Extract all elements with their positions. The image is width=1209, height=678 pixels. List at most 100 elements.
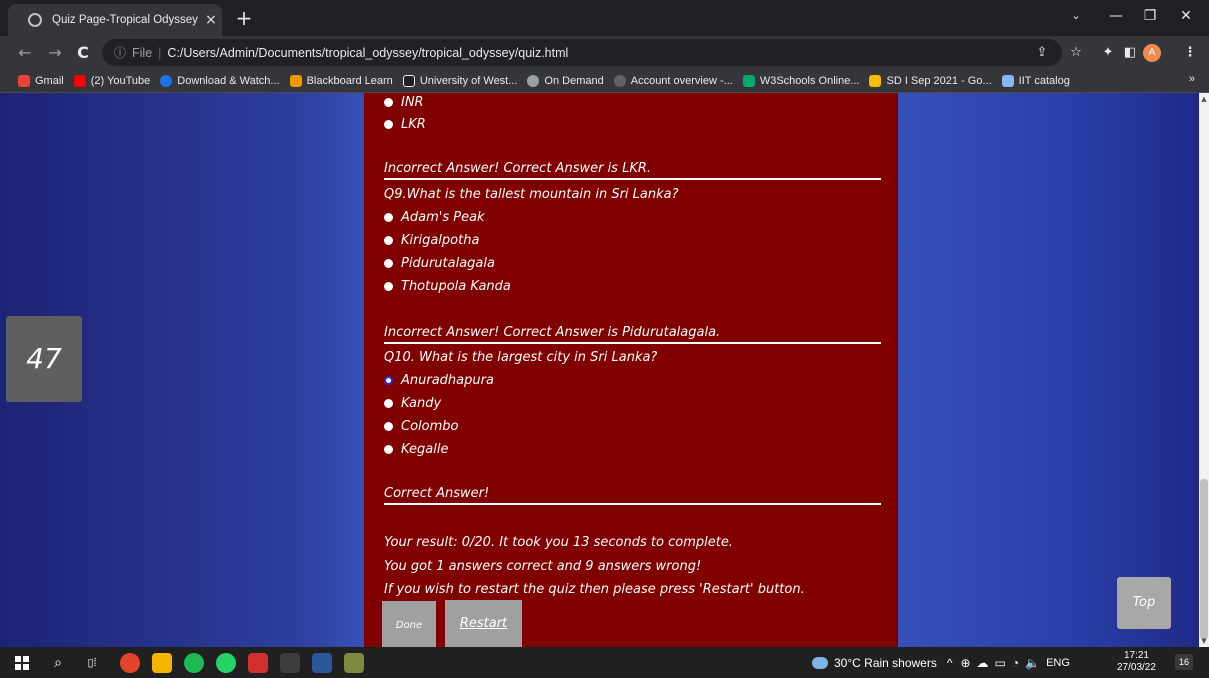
account-icon (613, 75, 626, 87)
address-scheme-label: File (132, 45, 153, 60)
minimize-button[interactable]: — (1100, 4, 1132, 28)
bookmark-star-icon[interactable]: ☆ (1066, 44, 1086, 62)
youtube-icon (73, 75, 86, 87)
back-button[interactable]: ← (14, 42, 36, 64)
task-view-icon[interactable]: ▯⁞ (82, 653, 102, 673)
bookmark-university[interactable]: University of West... (402, 75, 517, 87)
bookmarks-more-button[interactable]: » (1189, 73, 1195, 85)
radio-button[interactable] (384, 97, 393, 107)
clock-date: 27/03/22 (1117, 662, 1156, 673)
q9-option-pidurutalagala[interactable]: Pidurutalagala (384, 253, 495, 273)
clock-time: 17:21 (1123, 650, 1149, 661)
battery-icon[interactable]: ▭ (995, 656, 1006, 670)
reload-button[interactable]: C (72, 42, 94, 64)
extensions-icon[interactable]: ✦ (1098, 44, 1118, 62)
maximize-button[interactable]: ❐ (1134, 4, 1166, 28)
q10-option-anuradhapura[interactable]: Anuradhapura (384, 370, 494, 390)
windows-taskbar: ⌕ ▯⁞ 30°C Rain showers ^ ⊕ ☁ ▭ ◔ 🔈 ENG 1… (0, 647, 1209, 678)
weather-cloud-icon[interactable] (812, 656, 828, 669)
radio-button[interactable] (384, 119, 393, 129)
q10-option-kandy[interactable]: Kandy (384, 393, 441, 413)
whatsapp-icon[interactable] (216, 652, 236, 673)
q10-option-colombo[interactable]: Colombo (384, 416, 458, 436)
q9-feedback: Incorrect Answer! Correct Answer is Pidu… (384, 325, 881, 344)
globe-icon (28, 13, 42, 27)
q8-option-inr[interactable]: INR (384, 93, 424, 112)
wifi-icon[interactable]: ◔ (1012, 656, 1019, 670)
q9-option-thotupola-kanda[interactable]: Thotupola Kanda (384, 276, 511, 296)
file-explorer-icon[interactable] (152, 652, 172, 673)
profile-avatar[interactable]: A (1143, 44, 1161, 62)
radio-button[interactable] (384, 212, 393, 222)
bookmark-youtube[interactable]: (2) YouTube (73, 75, 150, 87)
chrome-icon[interactable] (120, 652, 140, 673)
bookmark-gmail[interactable]: Gmail (18, 75, 64, 87)
forward-button[interactable]: → (44, 42, 66, 64)
w3schools-icon (742, 75, 755, 87)
radio-button[interactable] (384, 398, 393, 408)
clock[interactable]: 17:21 27/03/22 (1117, 650, 1156, 674)
scroll-top-button[interactable]: Top (1117, 577, 1171, 629)
result-summary: Your result: 0/20. It took you 13 second… (384, 535, 733, 550)
bookmark-sd-sep[interactable]: SD I Sep 2021 - Go... (869, 75, 992, 87)
bookmark-blackboard[interactable]: Blackboard Learn (289, 75, 393, 87)
radio-button[interactable] (384, 235, 393, 245)
page-scrollbar[interactable]: ▲ ▼ (1199, 93, 1209, 647)
tray-chevron-icon[interactable]: ^ (947, 656, 953, 670)
address-bar[interactable]: ⓘ File | C:/Users/Admin/Documents/tropic… (102, 39, 1062, 66)
notepad-icon[interactable] (344, 652, 364, 673)
q10-feedback: Correct Answer! (384, 486, 881, 505)
language-indicator[interactable]: ENG (1046, 657, 1070, 669)
on-demand-icon (527, 75, 540, 87)
close-window-button[interactable]: ✕ (1170, 4, 1202, 28)
pdf-reader-icon[interactable] (248, 652, 268, 673)
q10-option-kegalle[interactable]: Kegalle (384, 439, 449, 459)
menu-kebab-icon[interactable]: ⋮ (1180, 44, 1200, 62)
address-url[interactable]: C:/Users/Admin/Documents/tropical_odysse… (167, 46, 568, 60)
search-icon[interactable]: ⌕ (48, 653, 68, 673)
side-panel-icon[interactable]: ◧ (1120, 44, 1140, 62)
store-icon[interactable] (280, 652, 300, 673)
tab-search-chevron-icon[interactable]: ⌄ (1060, 4, 1092, 28)
network-icon[interactable]: ⊕ (960, 656, 970, 670)
radio-button[interactable] (384, 421, 393, 431)
spotify-icon[interactable] (184, 652, 204, 673)
result-counts: You got 1 answers correct and 9 answers … (384, 559, 702, 574)
tab-close-button[interactable]: × (200, 12, 222, 28)
bookmark-iit-catalog[interactable]: IIT catalog (1001, 75, 1070, 87)
q8-feedback: Incorrect Answer! Correct Answer is LKR. (384, 161, 881, 180)
bookmark-download-watch[interactable]: Download & Watch... (160, 75, 280, 87)
q8-option-lkr[interactable]: LKR (384, 114, 426, 134)
done-button[interactable]: Done (382, 601, 436, 647)
browser-tab[interactable]: Quiz Page-Tropical Odyssey × (8, 4, 222, 36)
notification-badge[interactable]: 16 (1175, 654, 1193, 670)
onedrive-icon[interactable]: ☁ (977, 656, 989, 670)
quiz-panel: INR LKR Incorrect Answer! Correct Answer… (364, 93, 898, 647)
new-tab-button[interactable]: + (232, 6, 256, 30)
scroll-up-arrow-icon[interactable]: ▲ (1199, 95, 1209, 103)
restart-button[interactable]: Restart (445, 600, 522, 647)
bookmark-w3schools[interactable]: W3Schools Online... (742, 75, 859, 87)
radio-button[interactable] (384, 444, 393, 454)
info-icon[interactable]: ⓘ (114, 44, 126, 61)
share-icon[interactable]: ⇪ (1032, 44, 1052, 62)
weather-text[interactable]: 30°C Rain showers (834, 656, 937, 670)
volume-icon[interactable]: 🔈 (1025, 656, 1040, 670)
scrollbar-thumb[interactable] (1200, 479, 1208, 639)
radio-button[interactable] (384, 281, 393, 291)
q9-option-adams-peak[interactable]: Adam's Peak (384, 207, 485, 227)
bookmark-account-overview[interactable]: Account overview -... (613, 75, 733, 87)
restart-instructions: If you wish to restart the quiz then ple… (384, 582, 805, 597)
address-separator: | (158, 45, 162, 60)
windows-start-icon[interactable] (12, 653, 32, 673)
blackboard-icon (289, 75, 302, 87)
q9-option-kirigalpotha[interactable]: Kirigalpotha (384, 230, 479, 250)
scroll-down-arrow-icon[interactable]: ▼ (1199, 637, 1209, 645)
word-icon[interactable] (312, 652, 332, 673)
bookmark-on-demand[interactable]: On Demand (527, 75, 604, 87)
page-viewport: 47 INR LKR Incorrect Answer! Correct Ans… (0, 93, 1199, 647)
radio-button[interactable] (384, 258, 393, 268)
radio-button-selected[interactable] (384, 375, 393, 385)
bookmarks-bar: Gmail (2) YouTube Download & Watch... Bl… (0, 70, 1209, 93)
q10-question: Q10. What is the largest city in Sri Lan… (384, 350, 658, 365)
